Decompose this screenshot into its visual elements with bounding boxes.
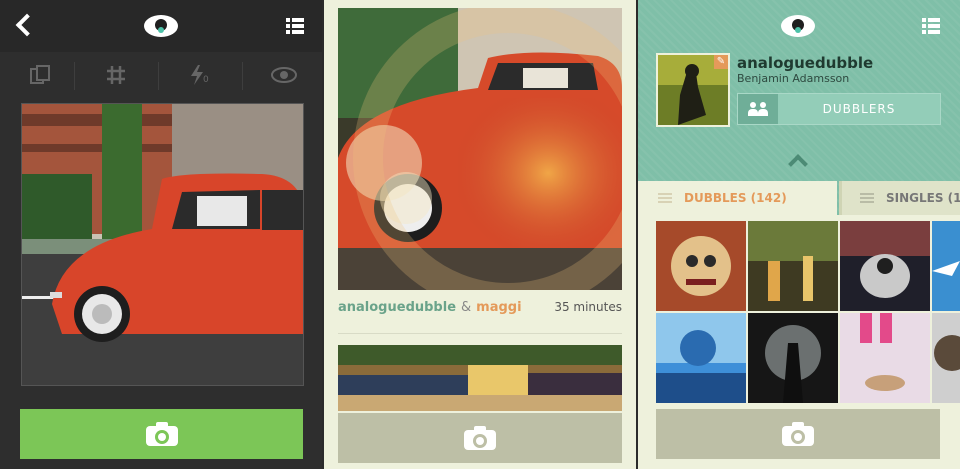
caption-connector: & [461,300,472,315]
dubbles-grid [656,221,960,407]
post-caption: analoguedubble & maggi 35 minutes [338,300,622,320]
edit-avatar-icon[interactable]: ✎ [714,55,728,69]
camera-toolbar: 0 [0,52,322,98]
logo-eye-icon [781,15,815,37]
grid-thumbnail[interactable] [748,221,838,311]
camera-icon [782,422,814,446]
grid-icon[interactable] [76,52,156,98]
shutter-button[interactable] [20,409,303,459]
coauthor-username[interactable]: maggi [476,300,521,315]
profile-username: analoguedubble [737,54,874,72]
gallery-icon[interactable] [0,52,80,98]
tab-singles[interactable]: SINGLES (11 [839,181,960,215]
post-divider [338,333,622,334]
grid-thumbnail[interactable] [932,313,960,403]
next-dubble-photo[interactable] [338,345,622,411]
grid-thumbnail[interactable] [656,221,746,311]
profile-screen: ✎ analoguedubble Benjamin Adamsson DUBBL… [638,0,960,469]
flash-icon[interactable]: 0 [160,52,240,98]
menu-icon[interactable] [286,18,304,34]
grid-thumbnail[interactable] [840,313,930,403]
grid-thumbnail[interactable] [656,313,746,403]
stack-icon [658,193,672,203]
lens-eye-icon[interactable] [244,52,322,98]
avatar[interactable]: ✎ [656,53,730,127]
logo-eye-icon [144,15,178,37]
tab-dubbles-label: DUBBLES (142) [684,191,787,205]
author-username[interactable]: analoguedubble [338,300,456,315]
people-icon [738,94,778,124]
profile-tabs: DUBBLES (142) SINGLES (11 [638,181,960,215]
shutter-button[interactable] [338,413,622,463]
dubblers-label: DUBBLERS [822,102,896,116]
grid-thumbnail[interactable] [748,313,838,403]
tab-singles-label: SINGLES (11 [886,191,960,205]
back-icon[interactable] [15,13,39,37]
profile-full-name: Benjamin Adamsson [737,72,850,85]
svg-text:0: 0 [203,75,209,85]
feed-screen: analoguedubble & maggi 35 minutes [324,0,636,469]
collapse-chevron-icon[interactable] [788,154,808,174]
camera-topbar [0,0,322,52]
tab-dubbles[interactable]: DUBBLES (142) [638,181,837,215]
menu-icon[interactable] [922,18,940,34]
post-timestamp: 35 minutes [554,300,622,314]
grid-thumbnail[interactable] [932,221,960,311]
dubblers-button[interactable]: DUBBLERS [737,93,941,125]
camera-icon [464,426,496,450]
camera-screen: 0 [0,0,322,469]
stack-icon [860,193,874,203]
dubble-photo[interactable] [338,8,622,290]
grid-thumbnail[interactable] [840,221,930,311]
camera-icon [145,422,178,446]
shutter-button[interactable] [656,409,940,459]
camera-preview-photo [21,103,304,386]
